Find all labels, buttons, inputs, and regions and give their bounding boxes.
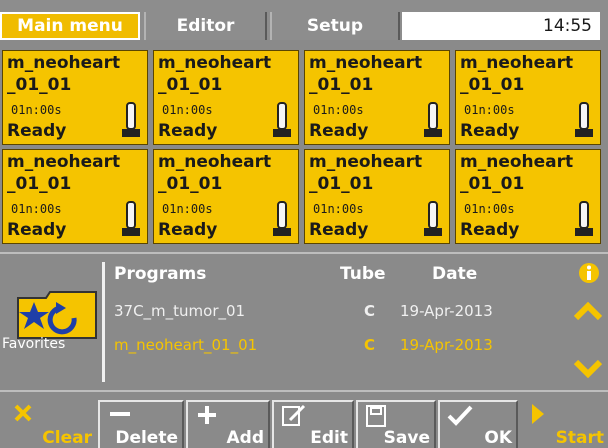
program-row-name-selected[interactable]: m_neoheart_01_01: [114, 336, 257, 354]
top-bar: Main menu Editor Setup 14:55: [0, 0, 608, 40]
minus-icon: [110, 412, 130, 416]
tab-editor[interactable]: Editor: [144, 12, 267, 40]
save-button[interactable]: Save: [356, 400, 436, 448]
save-label: Save: [383, 428, 430, 448]
tab-main-menu[interactable]: Main menu: [0, 12, 140, 40]
tile-status: Ready: [7, 220, 67, 240]
tile-status: Ready: [309, 220, 369, 240]
tube-tile[interactable]: m_neoheart _01_01 01n:00s Ready: [304, 50, 450, 145]
program-panel: Favorites Programs Tube Date 37C_m_tumor…: [0, 252, 608, 389]
tile-program-name: m_neoheart _01_01: [460, 152, 574, 194]
header-tube: Tube: [340, 264, 386, 284]
tube-icon: [122, 102, 140, 137]
delete-button[interactable]: Delete: [98, 400, 184, 448]
tile-status: Ready: [7, 121, 67, 141]
chevron-up-icon[interactable]: [574, 302, 602, 322]
tile-status: Ready: [309, 121, 369, 141]
tile-status: Ready: [460, 121, 520, 141]
start-button[interactable]: Start: [520, 400, 608, 448]
add-button[interactable]: Add: [186, 400, 270, 448]
info-icon[interactable]: [578, 262, 600, 284]
tube-icon: [424, 102, 442, 137]
tube-tile[interactable]: m_neoheart _01_01 01n:00s Ready: [304, 149, 450, 244]
add-label: Add: [226, 428, 265, 448]
close-icon: [14, 404, 32, 422]
tile-time: 01n:00s: [313, 202, 364, 216]
edit-icon: [282, 404, 306, 426]
tube-tile[interactable]: m_neoheart _01_01 01n:00s Ready: [455, 50, 601, 145]
tile-time: 01n:00s: [162, 103, 213, 117]
tube-tile[interactable]: m_neoheart _01_01 01n:00s Ready: [153, 149, 299, 244]
tile-program-name: m_neoheart _01_01: [158, 53, 272, 95]
tile-time: 01n:00s: [464, 202, 515, 216]
tube-icon: [575, 201, 593, 236]
header-date: Date: [432, 264, 478, 284]
tile-program-name: m_neoheart _01_01: [309, 53, 423, 95]
tile-time: 01n:00s: [11, 103, 62, 117]
tile-time: 01n:00s: [464, 103, 515, 117]
clear-label: Clear: [42, 428, 92, 448]
tab-setup[interactable]: Setup: [270, 12, 400, 40]
tile-program-name: m_neoheart _01_01: [7, 53, 121, 95]
program-row-tube: C: [364, 336, 376, 354]
bottom-toolbar: Clear Delete Add Edit Save OK Start: [0, 390, 608, 448]
edit-label: Edit: [310, 428, 348, 448]
tile-program-name: m_neoheart _01_01: [460, 53, 574, 95]
clock: 14:55: [402, 12, 600, 40]
tile-status: Ready: [158, 121, 218, 141]
header-programs: Programs: [114, 264, 207, 284]
program-row-name[interactable]: 37C_m_tumor_01: [114, 302, 245, 320]
tile-program-name: m_neoheart _01_01: [309, 152, 423, 194]
tile-status: Ready: [158, 220, 218, 240]
tile-time: 01n:00s: [11, 202, 62, 216]
ok-label: OK: [484, 428, 512, 448]
tube-tile[interactable]: m_neoheart _01_01 01n:00s Ready: [2, 149, 148, 244]
tube-icon: [575, 102, 593, 137]
ok-button[interactable]: OK: [438, 400, 518, 448]
tube-icon: [122, 201, 140, 236]
checkmark-icon: [447, 405, 473, 426]
edit-button[interactable]: Edit: [272, 400, 354, 448]
delete-label: Delete: [115, 428, 178, 448]
tube-icon: [424, 201, 442, 236]
tile-time: 01n:00s: [313, 103, 364, 117]
plus-icon: [198, 406, 216, 424]
program-row-date: 19-Apr-2013: [400, 336, 493, 354]
chevron-down-icon[interactable]: [574, 358, 602, 378]
start-label: Start: [555, 428, 604, 448]
program-row-date: 19-Apr-2013: [400, 302, 493, 320]
tube-tile[interactable]: m_neoheart _01_01 01n:00s Ready: [153, 50, 299, 145]
tube-tile[interactable]: m_neoheart _01_01 01n:00s Ready: [2, 50, 148, 145]
floppy-disk-icon: [366, 405, 386, 427]
tile-program-name: m_neoheart _01_01: [7, 152, 121, 194]
tile-program-name: m_neoheart _01_01: [158, 152, 272, 194]
tube-icon: [273, 201, 291, 236]
clear-button[interactable]: Clear: [0, 400, 96, 448]
table-divider: [102, 262, 105, 382]
tube-tile[interactable]: m_neoheart _01_01 01n:00s Ready: [455, 149, 601, 244]
play-icon: [532, 404, 544, 424]
tile-time: 01n:00s: [162, 202, 213, 216]
tube-icon: [273, 102, 291, 137]
tube-grid: m_neoheart _01_01 01n:00s Ready m_neohea…: [0, 50, 608, 246]
program-row-tube: C: [364, 302, 376, 320]
favorites-label[interactable]: Favorites: [2, 336, 65, 352]
tile-status: Ready: [460, 220, 520, 240]
